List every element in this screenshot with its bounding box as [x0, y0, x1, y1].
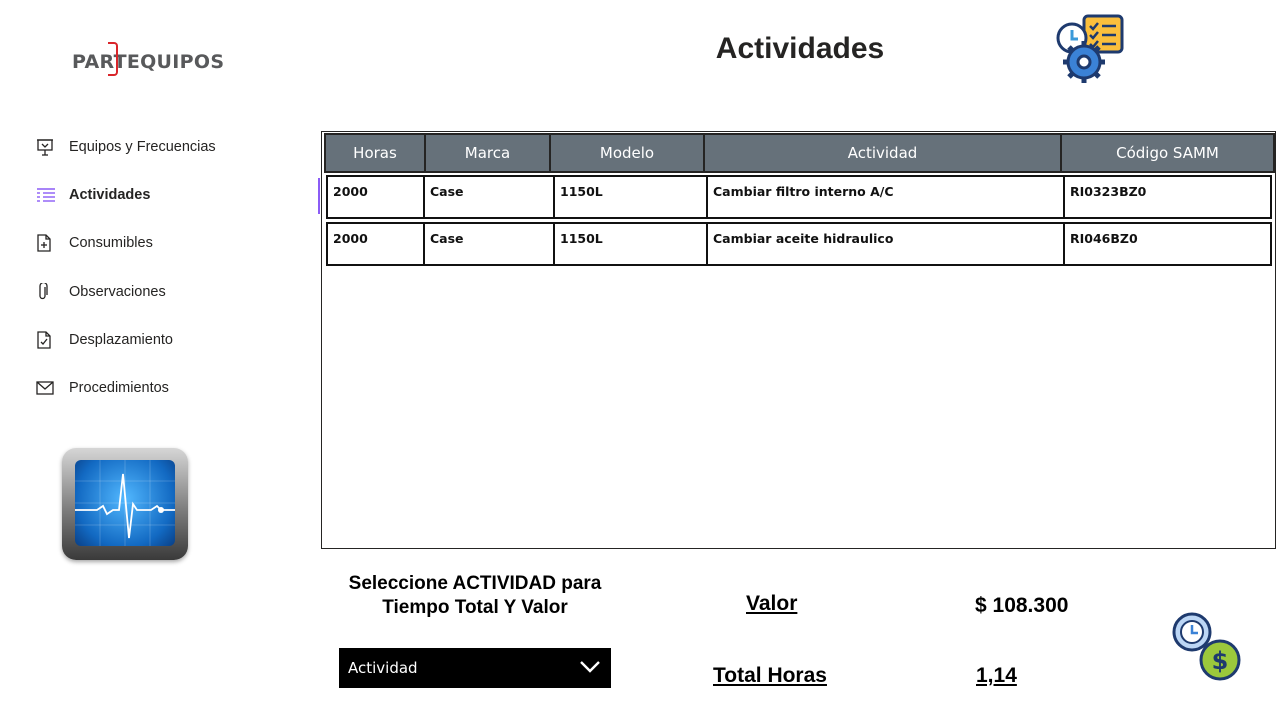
time-money-icon: $: [1170, 610, 1246, 686]
list-icon: [30, 185, 64, 205]
nav-label: Procedimientos: [69, 380, 169, 396]
dropdown-value: Actividad: [348, 659, 418, 677]
activity-schedule-gear-icon: [1054, 14, 1126, 86]
svg-text:$: $: [1212, 647, 1229, 675]
logo-bracket-icon: [108, 42, 118, 76]
nav-label: Equipos y Frecuencias: [69, 139, 216, 155]
nav-item-consumibles[interactable]: Consumibles: [30, 227, 300, 259]
presentation-board-icon: [30, 137, 64, 157]
column-header-horas[interactable]: Horas: [324, 133, 424, 173]
partequipos-logo: PARTEQUIPOS: [72, 42, 225, 78]
document-add-icon: [30, 233, 64, 253]
caption-line-1: Seleccione ACTIVIDAD para: [348, 573, 602, 594]
column-header-codigo-samm[interactable]: Código SAMM: [1060, 133, 1275, 173]
cell-horas: 2000: [326, 222, 423, 266]
column-header-marca[interactable]: Marca: [424, 133, 549, 173]
valor-label: Valor: [746, 592, 798, 615]
nav-item-observaciones[interactable]: Observaciones: [30, 276, 300, 308]
paperclip-icon: [30, 282, 64, 302]
activities-table: Horas Marca Modelo Actividad Código SAMM…: [321, 131, 1276, 549]
table-row[interactable]: 2000 Case 1150L Cambiar aceite hidraulic…: [326, 222, 1272, 266]
nav-item-desplazamiento[interactable]: Desplazamiento: [30, 324, 300, 356]
nav-label: Observaciones: [69, 284, 166, 300]
table-row[interactable]: 2000 Case 1150L Cambiar filtro interno A…: [326, 175, 1272, 219]
nav-item-actividades[interactable]: Actividades: [30, 179, 300, 211]
cell-actividad: Cambiar aceite hidraulico: [706, 222, 1063, 266]
cell-modelo: 1150L: [553, 222, 706, 266]
column-header-actividad[interactable]: Actividad: [703, 133, 1060, 173]
cell-marca: Case: [423, 175, 553, 219]
nav-item-equipos-frecuencias[interactable]: Equipos y Frecuencias: [30, 131, 300, 163]
active-indicator: [318, 178, 320, 214]
cell-actividad: Cambiar filtro interno A/C: [706, 175, 1063, 219]
document-check-icon: [30, 330, 64, 350]
page-title: Actividades: [715, 32, 885, 65]
total-horas-label: Total Horas: [713, 664, 827, 687]
nav-label: Actividades: [69, 187, 151, 203]
heart-monitor-icon: [62, 448, 188, 560]
nav-item-procedimientos[interactable]: Procedimientos: [30, 372, 300, 404]
total-horas-value: 1,14: [976, 664, 1017, 687]
caption-line-2: Tiempo Total Y Valor: [382, 597, 568, 618]
cell-horas: 2000: [326, 175, 423, 219]
cell-codigo-samm: RI0323BZ0: [1063, 175, 1272, 219]
activity-dropdown[interactable]: Actividad: [339, 648, 611, 688]
nav-label: Consumibles: [69, 235, 153, 251]
column-header-modelo[interactable]: Modelo: [549, 133, 703, 173]
chevron-down-icon: [579, 659, 601, 678]
cell-modelo: 1150L: [553, 175, 706, 219]
mail-icon: [30, 378, 64, 398]
select-activity-caption: Seleccione ACTIVIDAD para Tiempo Total Y…: [330, 572, 620, 620]
table-header: Horas Marca Modelo Actividad Código SAMM: [324, 133, 1275, 173]
cell-codigo-samm: RI046BZ0: [1063, 222, 1272, 266]
valor-value: $ 108.300: [975, 594, 1069, 617]
logo-text: PARTEQUIPOS: [72, 51, 225, 73]
nav-label: Desplazamiento: [69, 332, 173, 348]
cell-marca: Case: [423, 222, 553, 266]
